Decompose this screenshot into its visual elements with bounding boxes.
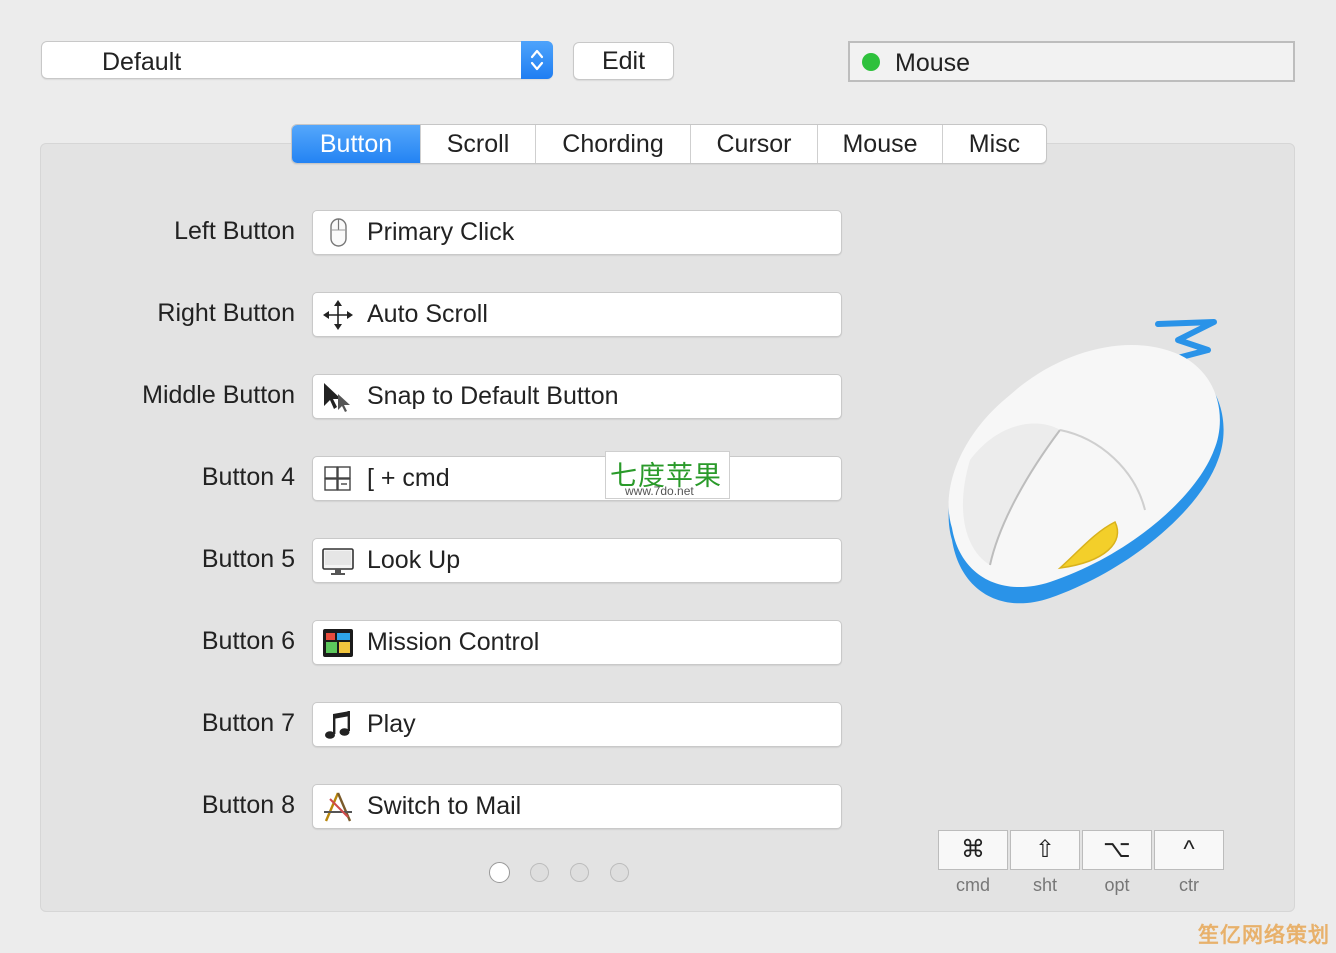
cmd-key[interactable]: ⌘ (938, 830, 1008, 870)
row-label-button-6: Button 6 (201, 627, 295, 655)
mouse-icon (330, 218, 347, 247)
row-label-left-button: Left Button (174, 217, 295, 245)
action-label: Play (367, 710, 416, 738)
mission-control-icon (323, 629, 353, 657)
action-button-4[interactable]: [ + cmd (312, 456, 842, 501)
cmd-key-label: cmd (955, 875, 990, 895)
tab-cursor[interactable]: Cursor (691, 125, 818, 163)
snap-cursor-icon (324, 383, 350, 412)
action-label: Primary Click (367, 218, 515, 246)
keyboard-shortcut-icon (324, 466, 351, 491)
row-label-middle-button: Middle Button (142, 381, 295, 409)
profile-popup-label: Default (102, 48, 182, 76)
row-label-right-button: Right Button (157, 299, 295, 327)
option-key-label: opt (1104, 875, 1130, 895)
action-button-7[interactable]: Play (312, 702, 842, 747)
tab-misc[interactable]: Misc (943, 125, 1046, 163)
row-label-button-5: Button 5 (201, 545, 295, 573)
control-key[interactable]: ^ (1154, 830, 1224, 870)
device-indicator: Mouse (848, 41, 1295, 82)
tab-scroll[interactable]: Scroll (421, 125, 536, 163)
shift-key-label: sht (1032, 875, 1057, 895)
page-dot-2[interactable] (530, 863, 549, 882)
action-label: [ + cmd (367, 464, 450, 492)
profile-popup[interactable]: Default (41, 41, 553, 79)
page-dot-3[interactable] (570, 863, 589, 882)
watermark-url: www.7do.net (625, 484, 694, 498)
control-key-label: ctr (1179, 875, 1199, 895)
monitor-icon (322, 548, 354, 575)
page-dot-1[interactable] (489, 862, 510, 883)
shift-key[interactable]: ⇧ (1010, 830, 1080, 870)
option-key[interactable]: ⌥ (1082, 830, 1152, 870)
action-left-button[interactable]: Primary Click (312, 210, 842, 255)
action-right-button[interactable]: Auto Scroll (312, 292, 842, 337)
music-note-icon (325, 711, 350, 739)
action-button-5[interactable]: Look Up (312, 538, 842, 583)
action-label: Snap to Default Button (367, 382, 619, 410)
row-label-button-4: Button 4 (201, 463, 295, 491)
action-button-8[interactable]: Switch to Mail (312, 784, 842, 829)
action-button-6[interactable]: Mission Control (312, 620, 842, 665)
tab-bar: Button Scroll Chording Cursor Mouse Misc (291, 124, 1047, 164)
page-dot-4[interactable] (610, 863, 629, 882)
updown-chevron-icon[interactable] (521, 41, 553, 79)
action-label: Mission Control (367, 628, 540, 656)
edit-button[interactable]: Edit (573, 42, 674, 80)
corner-watermark: 笙亿网络策划 (1198, 924, 1330, 947)
action-label: Look Up (367, 546, 461, 574)
row-label-button-7: Button 7 (201, 709, 295, 737)
tab-mouse[interactable]: Mouse (818, 125, 943, 163)
action-label: Switch to Mail (367, 792, 522, 820)
app-store-icon (324, 792, 352, 822)
action-middle-button[interactable]: Snap to Default Button (312, 374, 842, 419)
mouse-illustration (948, 319, 1224, 604)
status-dot-icon (862, 53, 880, 71)
action-label: Auto Scroll (367, 300, 488, 328)
move-arrows-icon (323, 300, 353, 330)
tab-chording[interactable]: Chording (536, 125, 691, 163)
tab-button[interactable]: Button (292, 125, 421, 163)
watermark-badge: 七度苹果 www.7do.net (605, 451, 730, 499)
row-label-button-8: Button 8 (201, 791, 295, 819)
device-name: Mouse (895, 49, 971, 77)
